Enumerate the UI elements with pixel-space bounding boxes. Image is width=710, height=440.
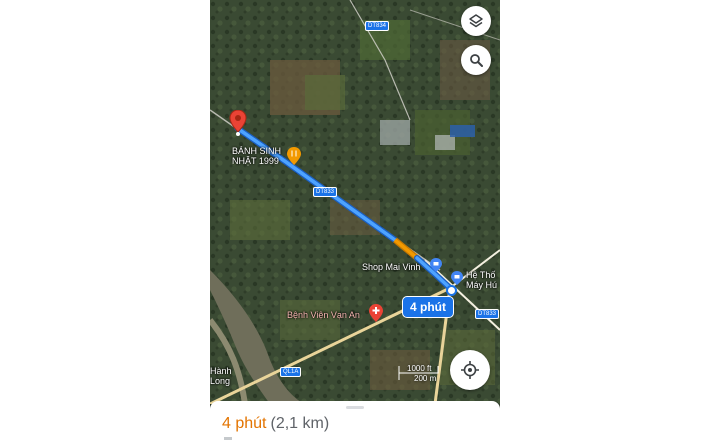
phone-screen: BÁNH SINH NHẬT 1999 Shop Mai Vinh Hệ Thố… — [210, 0, 500, 440]
destination-label-text: BÁNH SINH NHẬT 1999 — [232, 146, 282, 166]
origin-marker — [446, 285, 457, 296]
eta-distance: (2,1 km) — [270, 415, 330, 432]
shop-label[interactable]: Shop Mai Vinh — [362, 262, 420, 272]
shop-poi-icon[interactable] — [430, 258, 442, 272]
road-shield-dt833: DT833 — [475, 309, 500, 319]
search-icon — [470, 54, 483, 67]
hospital-poi-icon[interactable] — [369, 304, 383, 322]
bottom-left-label[interactable]: Hành Long — [210, 366, 232, 386]
sheet-drag-handle[interactable] — [346, 406, 364, 409]
road-shield-dt834: DT834 — [365, 21, 390, 31]
my-location-button[interactable] — [450, 350, 490, 390]
destination-label[interactable]: BÁNH SINH NHẬT 1999 — [232, 146, 294, 166]
search-button[interactable] — [461, 45, 491, 75]
destination-pin-icon[interactable] — [229, 110, 247, 136]
road-shield-dt833: DT833 — [313, 187, 338, 197]
satellite-map[interactable] — [210, 0, 500, 404]
business-poi-icon[interactable] — [451, 271, 463, 285]
route-time-chip[interactable]: 4 phút — [402, 296, 454, 318]
route-summary-sheet[interactable]: 4 phút (2,1 km) — [210, 401, 500, 440]
layers-icon — [469, 14, 483, 28]
scale-imperial: 1000 ft — [407, 364, 432, 373]
hospital-label[interactable]: Bệnh Viện Vạn An — [287, 310, 360, 320]
right-poi-label[interactable]: Hệ Thố Máy Hú — [466, 270, 497, 290]
map-scale: 1000 ft 200 m — [398, 364, 440, 383]
scale-metric: 200 m — [414, 374, 437, 383]
road-shield-ql1a: QL1A — [280, 367, 302, 377]
route-eta: 4 phút (2,1 km) — [222, 415, 329, 433]
my-location-icon — [461, 361, 479, 379]
eta-time: 4 phút — [222, 415, 267, 432]
layers-button[interactable] — [461, 6, 491, 36]
